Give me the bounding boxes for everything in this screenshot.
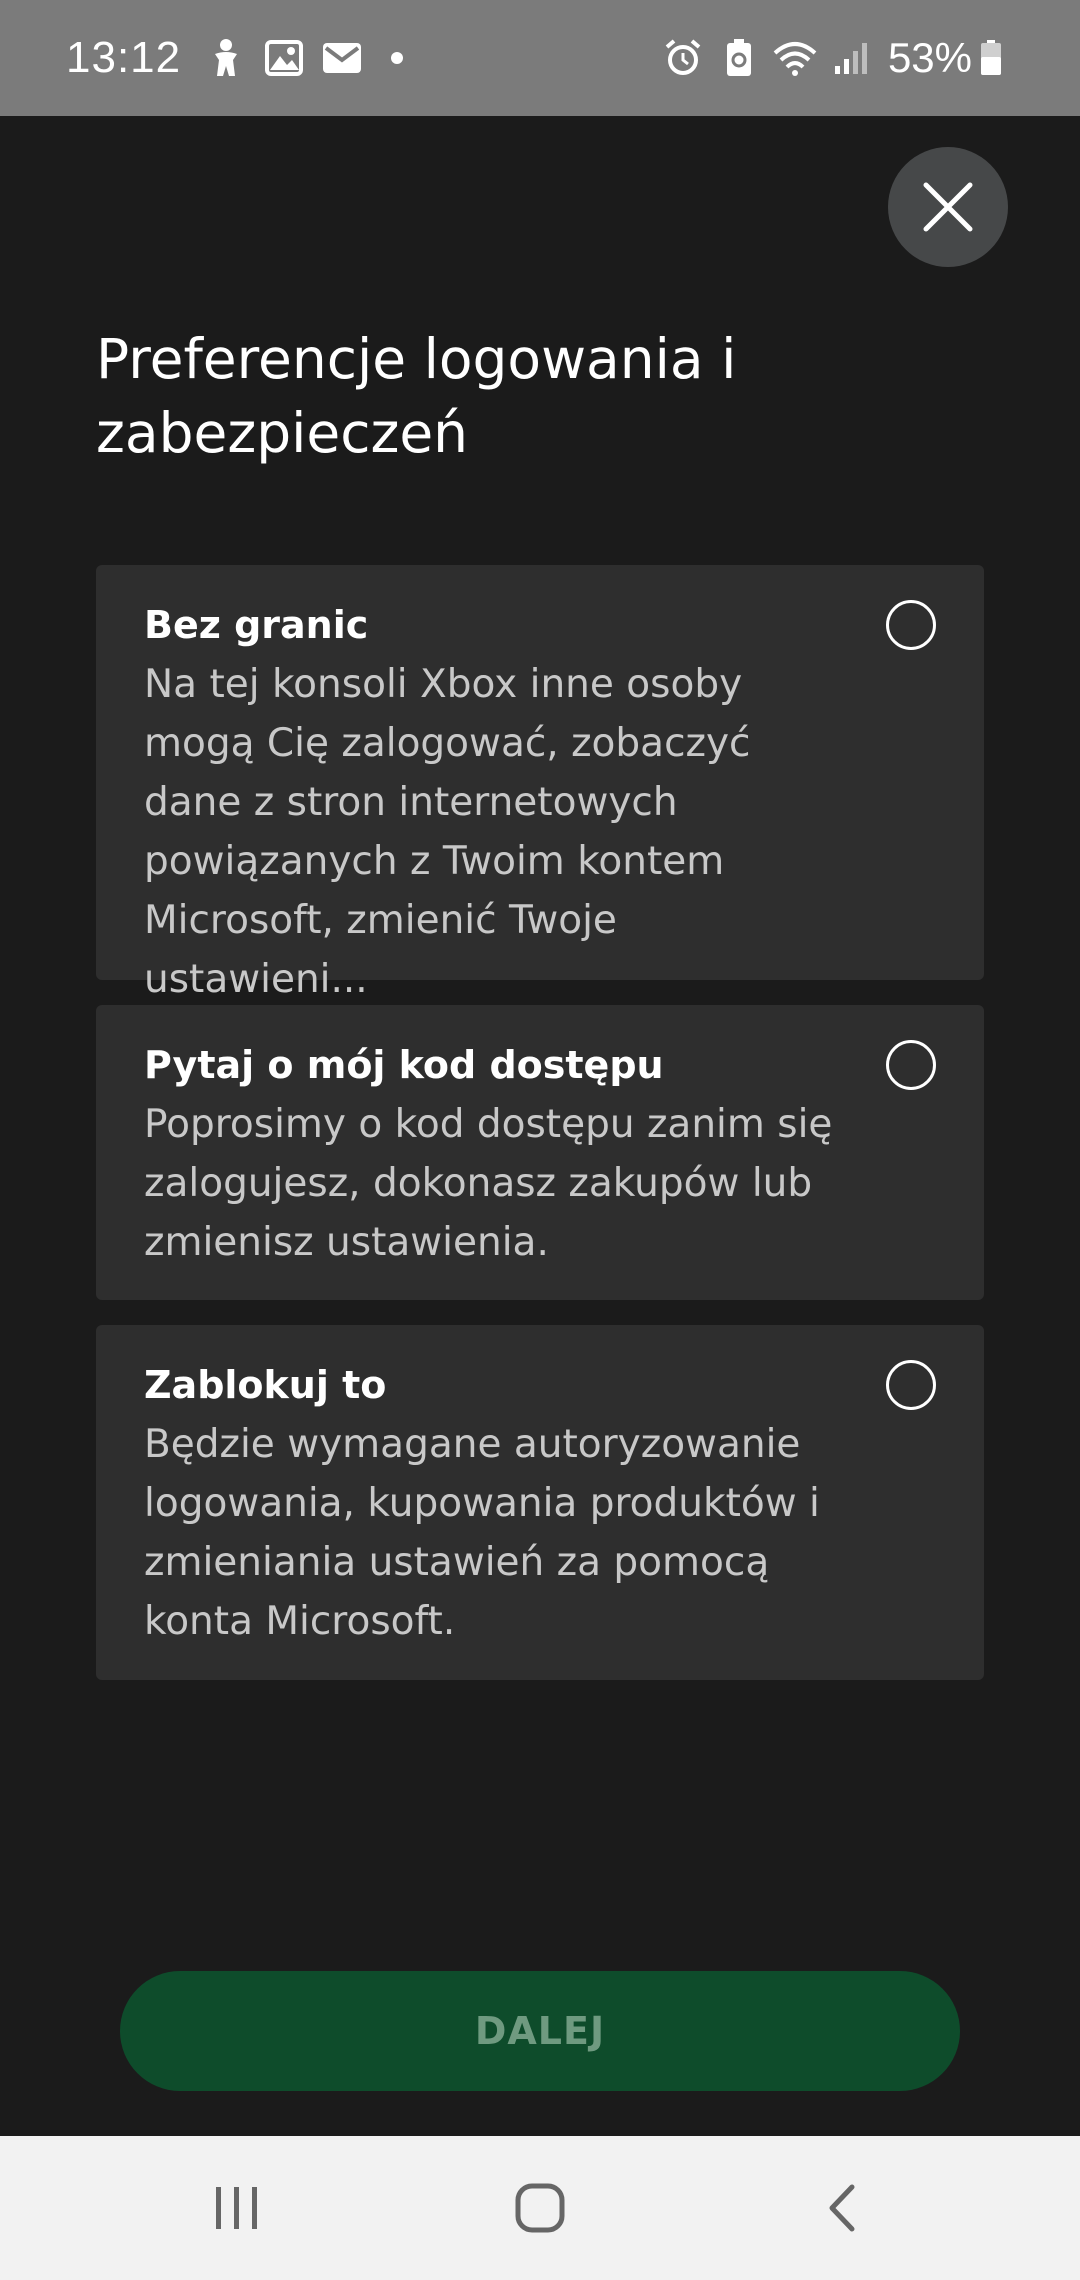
option-card-zablokuj[interactable]: Zablokuj to Będzie wymagane autoryzowani… (96, 1325, 984, 1680)
close-button[interactable] (888, 147, 1008, 267)
radio-button[interactable] (886, 1040, 936, 1090)
notification-dot (391, 52, 404, 64)
radio-button[interactable] (886, 600, 936, 650)
option-title: Pytaj o mój kod dostępu (144, 1043, 664, 1087)
status-bar: 13:12 53% (0, 0, 1080, 116)
home-button[interactable] (460, 2136, 620, 2280)
recent-apps-button[interactable] (157, 2136, 317, 2280)
status-left: 13:12 (66, 33, 404, 83)
wifi-icon (772, 35, 818, 81)
option-description: Będzie wymagane autoryzowanie logowania,… (144, 1422, 820, 1644)
option-title: Zablokuj to (144, 1363, 387, 1407)
option-card-pytaj-o-kod[interactable]: Pytaj o mój kod dostępu Poprosimy o kod … (96, 1005, 984, 1300)
page-title: Preferencje logowania i zabezpieczeń (96, 327, 737, 465)
home-icon (515, 2183, 565, 2233)
option-description: Na tej konsoli Xbox inne osoby mogą Cię … (144, 662, 751, 1002)
battery-saver-icon (716, 35, 762, 81)
close-icon (923, 182, 973, 232)
battery-icon (978, 35, 1004, 81)
radio-button[interactable] (886, 1360, 936, 1410)
option-card-bez-granic[interactable]: Bez granic Na tej konsoli Xbox inne osob… (96, 565, 984, 1002)
signal-icon (828, 35, 874, 81)
gallery-icon (261, 35, 307, 81)
next-button[interactable]: DALEJ (120, 1971, 960, 2091)
accessibility-icon (203, 35, 249, 81)
navigation-bar (0, 2136, 1080, 2280)
option-title: Bez granic (144, 603, 369, 647)
mail-icon (319, 35, 365, 81)
status-right: 53% (660, 34, 1014, 82)
status-time: 13:12 (66, 33, 182, 82)
back-button[interactable] (762, 2136, 922, 2280)
option-description: Poprosimy o kod dostępu zanim się zalogu… (144, 1102, 833, 1265)
recent-apps-icon (216, 2187, 257, 2229)
back-icon (829, 2184, 855, 2232)
alarm-icon (660, 35, 706, 81)
battery-percent: 53% (887, 34, 972, 81)
